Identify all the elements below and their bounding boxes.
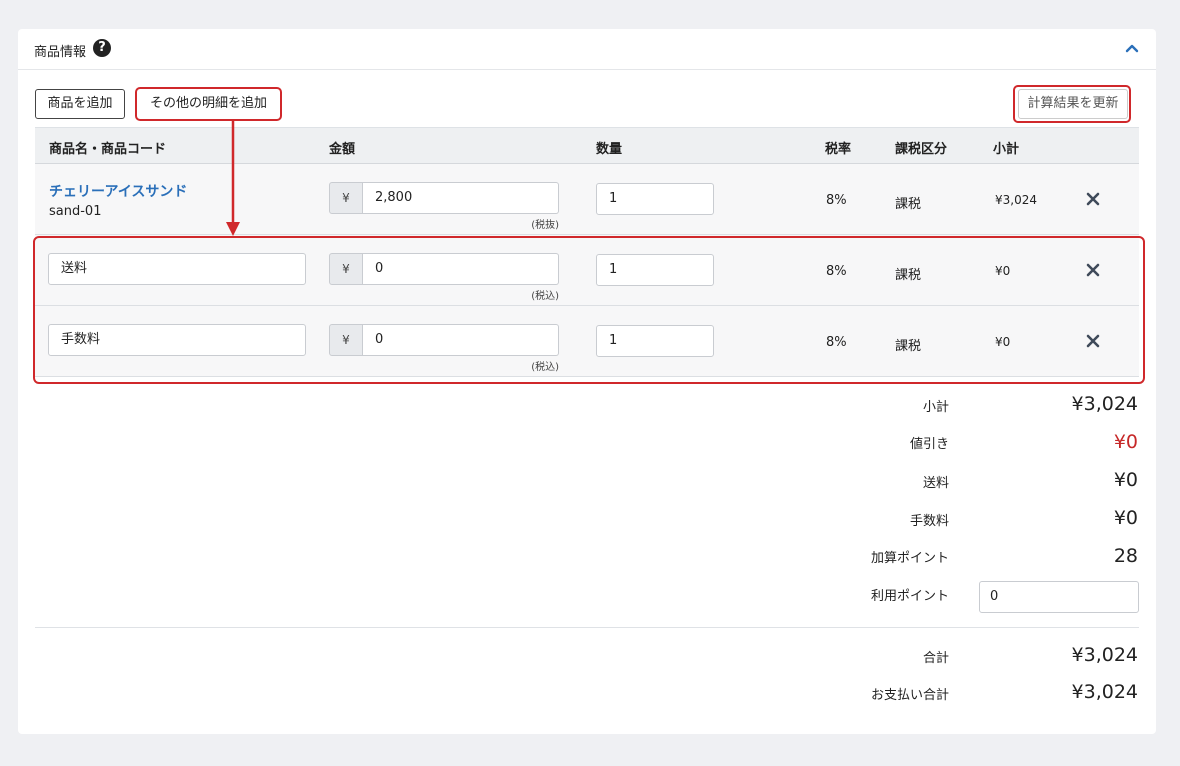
header-quantity: 数量 xyxy=(596,142,623,157)
price-input-group: ¥ 2,800 xyxy=(329,182,559,214)
other-items-highlight xyxy=(33,236,1145,384)
summary-subtotal-value: ¥3,024 xyxy=(1071,393,1138,415)
product-info-card: 商品情報 ? 商品を追加 その他の明細を追加 計算結果を更新 商品名・商品コード… xyxy=(18,29,1156,734)
summary-divider xyxy=(35,627,1139,628)
header-amount: 金額 xyxy=(329,142,356,157)
tax-type: 課税 xyxy=(895,197,922,212)
currency-addon: ¥ xyxy=(329,182,363,214)
annotation-arrow xyxy=(226,120,240,236)
row-subtotal: ¥3,024 xyxy=(995,193,1037,207)
header-tax-type: 課税区分 xyxy=(895,142,948,157)
add-other-item-button[interactable]: その他の明細を追加 xyxy=(135,87,282,121)
header-tax-rate: 税率 xyxy=(825,142,852,157)
delete-row-icon[interactable] xyxy=(1086,192,1100,206)
summary-fee-label: 手数料 xyxy=(909,514,949,529)
summary-add-points-value: 28 xyxy=(1113,545,1138,567)
add-product-button[interactable]: 商品を追加 xyxy=(35,89,125,119)
section-title: 商品情報 xyxy=(34,45,87,60)
table-row: チェリーアイスサンド sand-01 ¥ 2,800 (税抜) 1 8% 課税 … xyxy=(35,164,1139,235)
product-name-link[interactable]: チェリーアイスサンド xyxy=(49,181,187,201)
use-points-input[interactable]: 0 xyxy=(979,581,1139,613)
summary-total-value: ¥3,024 xyxy=(1071,644,1138,666)
card-header: 商品情報 ? xyxy=(18,29,1156,70)
summary-discount-label: 値引き xyxy=(909,437,949,452)
summary-shipping-label: 送料 xyxy=(922,476,949,491)
quantity-input[interactable]: 1 xyxy=(596,183,714,215)
help-icon[interactable]: ? xyxy=(93,39,111,57)
summary-add-points-label: 加算ポイント xyxy=(870,551,949,566)
summary-subtotal-label: 小計 xyxy=(922,400,949,415)
summary-shipping-value: ¥0 xyxy=(1113,469,1138,491)
tax-note: (税抜) xyxy=(531,220,559,231)
chevron-up-icon[interactable] xyxy=(1124,40,1140,56)
tax-rate: 8% xyxy=(826,193,847,208)
summary-use-points-label: 利用ポイント xyxy=(870,589,949,604)
update-button-highlight xyxy=(1013,85,1131,123)
table-header: 商品名・商品コード 金額 数量 税率 課税区分 小計 xyxy=(35,127,1139,165)
summary-payment-total-value: ¥3,024 xyxy=(1071,681,1138,703)
header-product: 商品名・商品コード xyxy=(49,142,167,157)
summary-discount-value: ¥0 xyxy=(1113,431,1138,453)
product-code: sand-01 xyxy=(49,204,102,219)
summary-payment-total-label: お支払い合計 xyxy=(870,688,949,703)
summary-total-label: 合計 xyxy=(922,651,949,666)
header-subtotal: 小計 xyxy=(993,142,1020,157)
price-input[interactable]: 2,800 xyxy=(363,182,559,214)
summary-fee-value: ¥0 xyxy=(1113,507,1138,529)
